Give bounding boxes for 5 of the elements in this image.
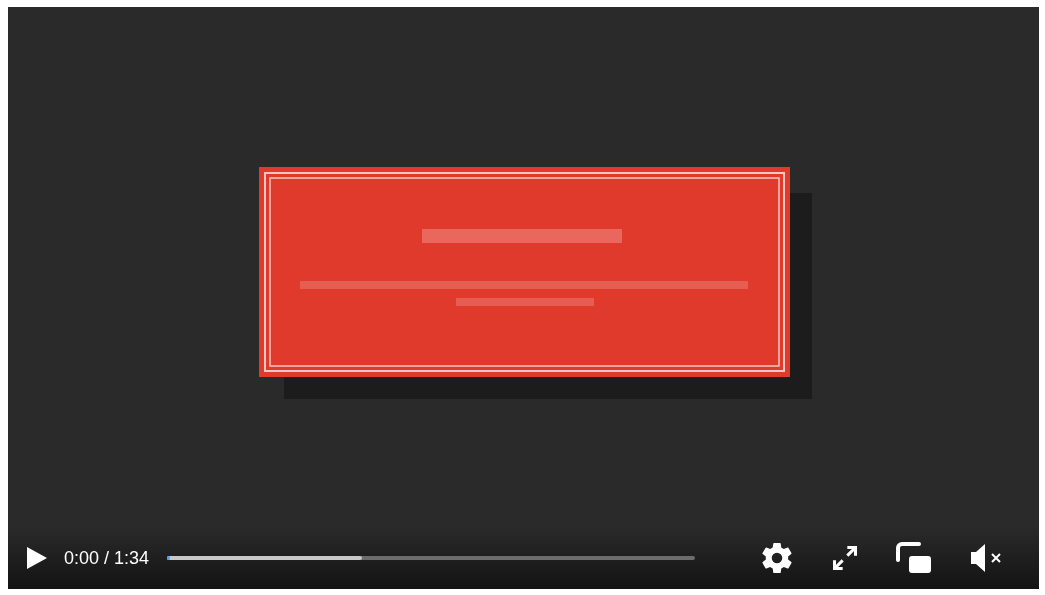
seek-bar[interactable]	[167, 556, 696, 560]
time-display: 0:00 / 1:34	[64, 547, 150, 569]
fullscreen-button[interactable]	[831, 544, 860, 572]
play-button[interactable]	[26, 546, 48, 570]
picture-in-picture-button[interactable]	[895, 541, 934, 575]
